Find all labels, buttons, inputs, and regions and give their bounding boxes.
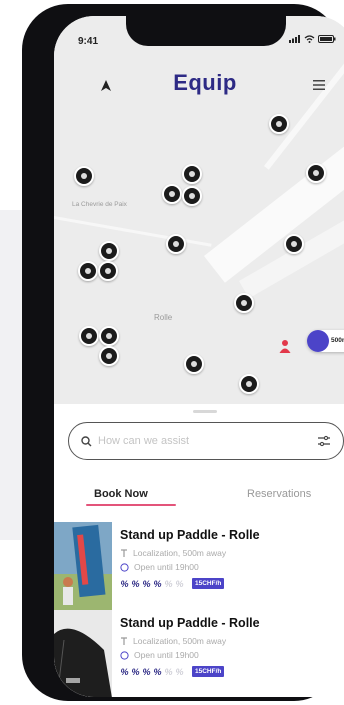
page-background-strip (0, 210, 22, 540)
search-bar[interactable] (68, 422, 344, 460)
map-road (204, 108, 344, 283)
phone-screen: 9:41 La Chevrie de Paix Rolle 500 Equip … (54, 16, 344, 697)
tab-reservations[interactable]: Reservations (247, 488, 311, 500)
rating-icon-filled: % (131, 578, 140, 589)
distance-label: 500m (331, 337, 344, 344)
map-marker[interactable] (99, 346, 119, 366)
sheet-drag-handle[interactable] (193, 410, 217, 413)
rating-icon-filled: % (131, 666, 140, 677)
rating-icon-filled: % (153, 666, 162, 677)
user-location-icon (279, 340, 291, 353)
rating-icon-empty: % (164, 666, 173, 677)
battery-icon (318, 35, 336, 43)
map-marker[interactable] (166, 234, 186, 254)
map-marker[interactable] (234, 293, 254, 313)
map-marker[interactable] (162, 184, 182, 204)
map-marker[interactable] (98, 261, 118, 281)
pin-icon (121, 636, 127, 645)
search-input[interactable] (98, 435, 317, 447)
rating-icon-empty: % (175, 578, 184, 589)
map-road (264, 47, 344, 170)
rating-icon-filled: % (142, 578, 151, 589)
rental-hours-text: Open until 19h00 (134, 562, 199, 572)
rental-card[interactable]: Stand up Paddle - Rolle Localization, 50… (54, 610, 344, 697)
rental-thumbnail (54, 610, 112, 697)
rental-location: Localization, 500m away (120, 636, 226, 646)
rental-location-text: Localization, 500m away (133, 548, 227, 558)
rating-icon-filled: % (142, 666, 151, 677)
status-time: 9:41 (78, 36, 99, 47)
rental-card[interactable]: Stand up Paddle - Rolle Localization, 50… (54, 522, 344, 610)
map-marker[interactable] (284, 234, 304, 254)
rental-title: Stand up Paddle - Rolle (120, 528, 260, 542)
rental-hours: Open until 19h00 (120, 650, 199, 660)
tab-book-now[interactable]: Book Now (94, 488, 148, 500)
rental-rating: % % % % % % 15CHF/h (120, 578, 225, 589)
filter-icon[interactable] (317, 435, 331, 447)
map-marker[interactable] (182, 186, 202, 206)
map-marker[interactable] (78, 261, 98, 281)
app-logo: Equip (173, 70, 237, 95)
rental-hours-text: Open until 19h00 (134, 650, 199, 660)
map-place-label: La Chevrie de Paix (72, 201, 127, 208)
rental-thumbnail (54, 522, 112, 610)
tab-bar: Book Now Reservations (54, 484, 344, 512)
bottom-sheet: Book Now Reservations Stand up Pad (54, 404, 344, 697)
map-marker[interactable] (74, 166, 94, 186)
clock-icon (120, 650, 129, 660)
clock-icon (120, 562, 129, 572)
map-marker[interactable] (306, 163, 326, 183)
rental-location-text: Localization, 500m away (133, 636, 227, 646)
price-badge: 15CHF/h (192, 578, 225, 589)
selected-marker-badge[interactable]: 500m (307, 330, 344, 352)
map-road (54, 216, 212, 247)
active-tab-indicator (86, 504, 176, 506)
map-marker[interactable] (184, 354, 204, 374)
map-place-label: Rolle (154, 313, 173, 322)
rating-icon-filled: % (120, 666, 129, 677)
map-marker[interactable] (99, 241, 119, 261)
selected-marker-icon (307, 330, 329, 352)
rental-hours: Open until 19h00 (120, 562, 199, 572)
rating-icon-empty: % (164, 578, 173, 589)
map-marker[interactable] (269, 114, 289, 134)
status-icons (289, 35, 336, 43)
rental-rating: % % % % % % 15CHF/h (120, 666, 225, 677)
phone-notch (126, 16, 286, 46)
app-header: Equip (54, 68, 344, 104)
rental-location: Localization, 500m away (120, 548, 226, 558)
rating-icon-filled: % (153, 578, 162, 589)
price-badge: 15CHF/h (192, 666, 225, 677)
rental-title: Stand up Paddle - Rolle (120, 616, 260, 630)
menu-icon[interactable] (312, 78, 326, 92)
pin-icon (121, 548, 127, 557)
search-icon (81, 435, 92, 446)
phone-frame: 9:41 La Chevrie de Paix Rolle 500 Equip … (22, 4, 344, 701)
signal-icon (289, 35, 300, 43)
rating-icon-filled: % (120, 578, 129, 589)
wifi-icon (304, 35, 315, 43)
map-marker[interactable] (182, 164, 202, 184)
rating-icon-empty: % (175, 666, 184, 677)
map-marker[interactable] (239, 374, 259, 394)
map-marker[interactable] (79, 326, 99, 346)
map-marker[interactable] (99, 326, 119, 346)
